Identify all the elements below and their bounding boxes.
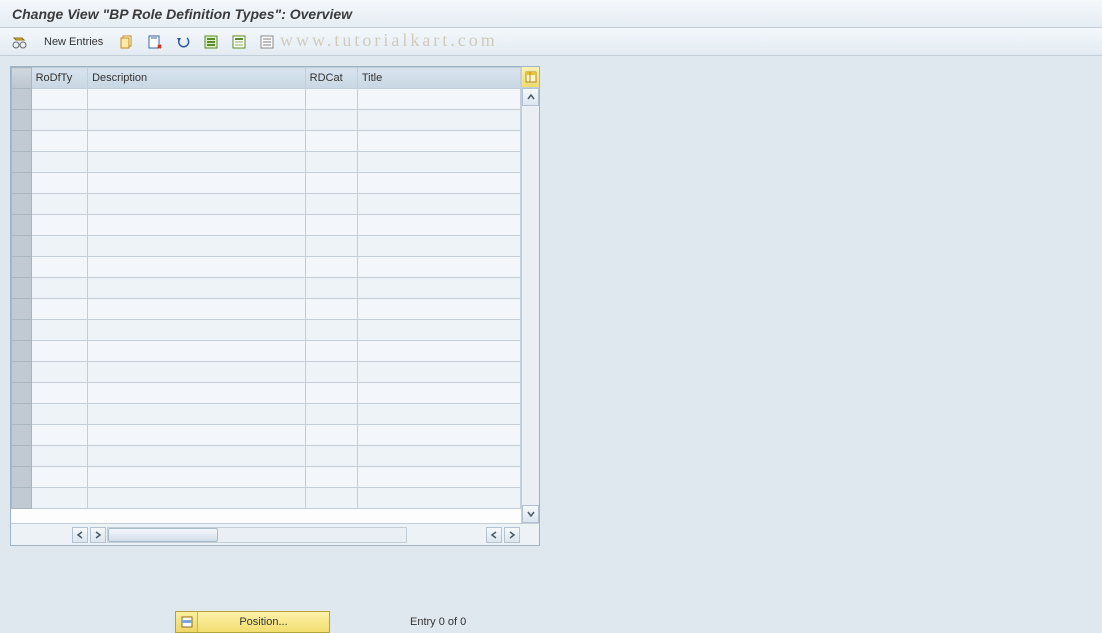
row-selector[interactable] <box>12 278 32 299</box>
data-table: RoDfTy Description RDCat Title <box>11 67 521 509</box>
scroll-down-button[interactable] <box>522 505 539 523</box>
row-selector[interactable] <box>12 257 32 278</box>
table-row[interactable] <box>12 467 521 488</box>
horizontal-scroll-track[interactable] <box>107 527 407 543</box>
row-selector[interactable] <box>12 131 32 152</box>
horizontal-scroll-thumb[interactable] <box>108 528 218 542</box>
select-block-button[interactable] <box>229 32 249 52</box>
table-row[interactable] <box>12 215 521 236</box>
table-row[interactable] <box>12 89 521 110</box>
scroll-right-inner-button[interactable] <box>90 527 106 543</box>
position-button[interactable]: Position... <box>175 611 330 633</box>
scroll-right-button[interactable] <box>504 527 520 543</box>
table-row[interactable] <box>12 194 521 215</box>
new-entries-button[interactable]: New Entries <box>38 32 109 52</box>
table-row[interactable] <box>12 320 521 341</box>
vertical-scrollbar <box>521 67 539 523</box>
position-icon <box>176 612 198 632</box>
select-all-icon <box>204 35 218 49</box>
deselect-all-icon <box>260 35 274 49</box>
table-settings-icon <box>525 71 537 83</box>
row-selector[interactable] <box>12 320 32 341</box>
row-selector[interactable] <box>12 299 32 320</box>
select-all-header[interactable] <box>12 68 32 89</box>
content-area: RoDfTy Description RDCat Title <box>0 56 1102 625</box>
position-label: Position... <box>198 616 329 628</box>
table-row[interactable] <box>12 131 521 152</box>
table-row[interactable] <box>12 446 521 467</box>
row-selector[interactable] <box>12 467 32 488</box>
copy-icon <box>120 35 134 49</box>
table-row[interactable] <box>12 404 521 425</box>
undo-icon <box>176 35 190 49</box>
delete-icon <box>148 35 162 49</box>
table-row[interactable] <box>12 341 521 362</box>
row-selector[interactable] <box>12 383 32 404</box>
row-selector[interactable] <box>12 488 32 509</box>
col-header-title[interactable]: Title <box>357 68 520 89</box>
table-row[interactable] <box>12 299 521 320</box>
locate-icon <box>180 615 194 629</box>
table-row[interactable] <box>12 425 521 446</box>
undo-button[interactable] <box>173 32 193 52</box>
select-all-button[interactable] <box>201 32 221 52</box>
page-title: Change View "BP Role Definition Types": … <box>12 6 352 22</box>
table-row[interactable] <box>12 383 521 404</box>
vertical-scroll-track[interactable] <box>522 106 539 505</box>
chevron-left-icon <box>76 531 84 539</box>
chevron-right-icon <box>94 531 102 539</box>
scroll-up-button[interactable] <box>522 88 539 106</box>
row-selector[interactable] <box>12 194 32 215</box>
row-selector[interactable] <box>12 89 32 110</box>
row-selector[interactable] <box>12 152 32 173</box>
row-selector[interactable] <box>12 215 32 236</box>
table-row[interactable] <box>12 362 521 383</box>
table-row[interactable] <box>12 278 521 299</box>
pencil-glasses-icon <box>12 34 28 50</box>
chevron-right-icon <box>508 531 516 539</box>
horizontal-scrollbar <box>11 523 539 545</box>
scroll-left-end-button[interactable] <box>486 527 502 543</box>
row-selector[interactable] <box>12 446 32 467</box>
copy-button[interactable] <box>117 32 137 52</box>
table-body <box>12 89 521 509</box>
row-selector[interactable] <box>12 362 32 383</box>
select-block-icon <box>232 35 246 49</box>
scroll-left-button[interactable] <box>72 527 88 543</box>
chevron-up-icon <box>527 93 535 101</box>
col-header-rdcat[interactable]: RDCat <box>305 68 357 89</box>
table-row[interactable] <box>12 110 521 131</box>
table-row[interactable] <box>12 152 521 173</box>
change-button[interactable] <box>10 32 30 52</box>
row-selector[interactable] <box>12 404 32 425</box>
row-selector[interactable] <box>12 110 32 131</box>
delete-button[interactable] <box>145 32 165 52</box>
toolbar: New Entries <box>0 28 1102 56</box>
table-row[interactable] <box>12 173 521 194</box>
title-bar: Change View "BP Role Definition Types": … <box>0 0 1102 28</box>
new-entries-label: New Entries <box>40 36 107 48</box>
row-selector[interactable] <box>12 236 32 257</box>
table-row[interactable] <box>12 236 521 257</box>
deselect-all-button[interactable] <box>257 32 277 52</box>
chevron-down-icon <box>527 510 535 518</box>
row-selector[interactable] <box>12 173 32 194</box>
col-header-rodfty[interactable]: RoDfTy <box>31 68 88 89</box>
chevron-left-icon <box>490 531 498 539</box>
row-selector[interactable] <box>12 341 32 362</box>
table-settings-button[interactable] <box>522 67 539 88</box>
entry-count-text: Entry 0 of 0 <box>410 616 466 628</box>
watermark: www.tutorialkart.com <box>280 30 498 51</box>
row-selector[interactable] <box>12 425 32 446</box>
table-row[interactable] <box>12 257 521 278</box>
table-container: RoDfTy Description RDCat Title <box>10 66 540 546</box>
table-row[interactable] <box>12 488 521 509</box>
footer: Position... Entry 0 of 0 <box>175 611 466 633</box>
col-header-description[interactable]: Description <box>88 68 306 89</box>
